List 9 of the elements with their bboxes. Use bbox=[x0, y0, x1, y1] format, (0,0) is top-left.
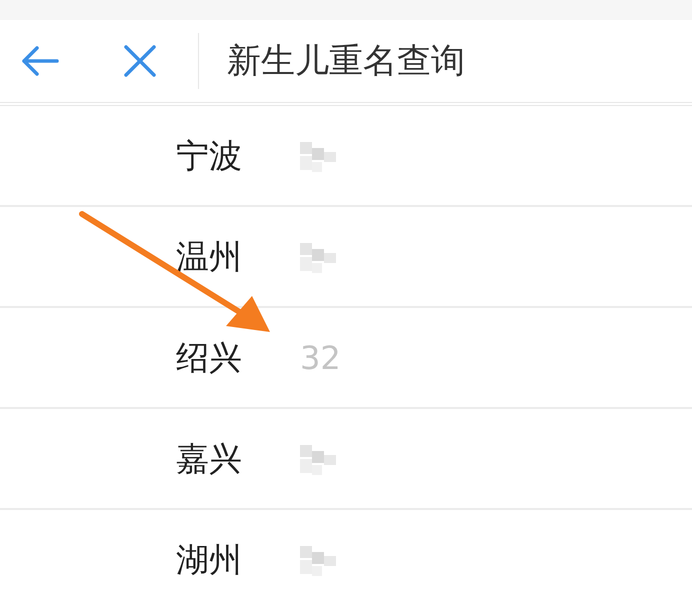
city-label: 宁波 bbox=[176, 134, 243, 177]
count-value: 32 bbox=[300, 338, 341, 378]
back-arrow-icon bbox=[21, 45, 59, 77]
page-title: 新生儿重名查询 bbox=[227, 40, 465, 82]
city-label: 嘉兴 bbox=[176, 438, 243, 480]
close-icon bbox=[123, 44, 157, 78]
city-label: 绍兴 bbox=[176, 336, 243, 379]
city-label: 温州 bbox=[176, 236, 243, 278]
city-label: 湖州 bbox=[176, 538, 243, 581]
